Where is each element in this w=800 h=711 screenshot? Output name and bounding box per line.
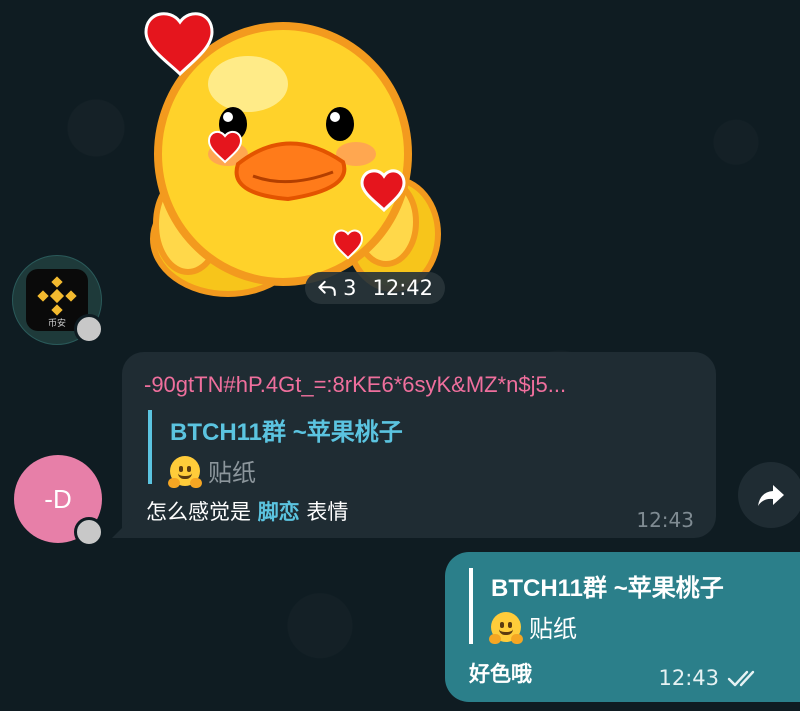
duck-sticker-image bbox=[144, 12, 441, 297]
reply-subtitle: 贴纸 bbox=[168, 453, 403, 488]
double-check-icon bbox=[727, 670, 755, 687]
forward-icon bbox=[758, 485, 784, 506]
duck-sticker[interactable] bbox=[128, 4, 448, 304]
message-meta: 12:43 bbox=[658, 666, 761, 690]
message-time: 12:43 bbox=[658, 666, 719, 690]
outgoing-message-bubble[interactable]: BTCH11群 ~苹果桃子 贴纸 好色哦 12:43 bbox=[445, 552, 800, 702]
avatar-initials: -D bbox=[44, 483, 72, 514]
reply-quote[interactable]: BTCH11群 ~苹果桃子 贴纸 bbox=[148, 410, 403, 488]
incoming-message-bubble[interactable]: -90gtTN#hP.4Gt_=:8rKE6*6syK&MZ*n$j5... B… bbox=[122, 352, 716, 538]
reply-quote[interactable]: BTCH11群 ~苹果桃子 贴纸 bbox=[469, 568, 724, 644]
message-text: 好色哦 bbox=[469, 662, 532, 686]
message-time: 12:43 bbox=[636, 508, 694, 532]
reply-count: 3 bbox=[343, 276, 357, 300]
reply-subtitle-text: 贴纸 bbox=[529, 615, 577, 643]
sticker-reply-badge[interactable]: 3 12:42 bbox=[305, 272, 445, 304]
sender-name[interactable]: -90gtTN#hP.4Gt_=:8rKE6*6syK&MZ*n$j5... bbox=[144, 372, 704, 398]
binance-logo-icon bbox=[37, 276, 77, 316]
status-dot bbox=[74, 314, 104, 344]
sticker-time: 12:42 bbox=[372, 276, 433, 300]
reply-title: BTCH11群 ~苹果桃子 bbox=[491, 575, 724, 602]
reply-icon bbox=[318, 280, 336, 296]
forward-button[interactable] bbox=[738, 462, 800, 528]
hugging-face-icon bbox=[168, 455, 202, 488]
reply-subtitle-text: 贴纸 bbox=[208, 459, 256, 487]
message-text: 怎么感觉是 脚恋 表情 bbox=[146, 496, 348, 526]
reply-title: BTCH11群 ~苹果桃子 bbox=[170, 419, 403, 446]
hugging-face-icon bbox=[489, 611, 523, 644]
message-highlight[interactable]: 脚恋 bbox=[258, 500, 300, 524]
reply-subtitle: 贴纸 bbox=[489, 609, 724, 644]
message-suffix: 表情 bbox=[299, 500, 349, 524]
message-prefix: 怎么感觉是 bbox=[146, 500, 258, 524]
status-dot bbox=[74, 517, 104, 547]
